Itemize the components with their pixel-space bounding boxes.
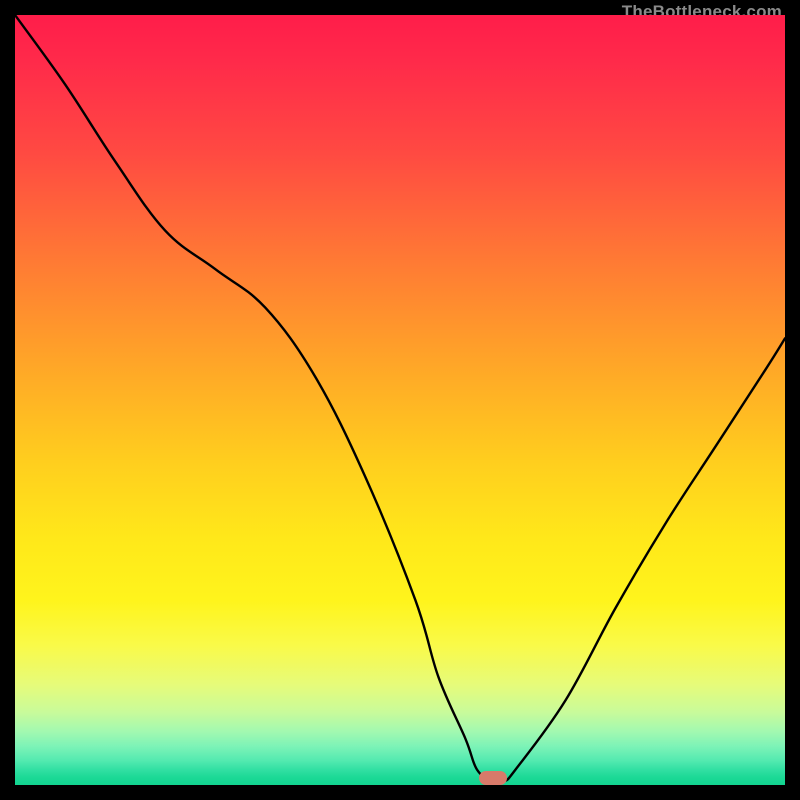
bottleneck-curve-line [15, 15, 785, 783]
plot-area [15, 15, 785, 785]
optimal-point-marker [479, 771, 507, 785]
chart-frame: TheBottleneck.com [0, 0, 800, 800]
bottleneck-curve-svg [15, 15, 785, 785]
